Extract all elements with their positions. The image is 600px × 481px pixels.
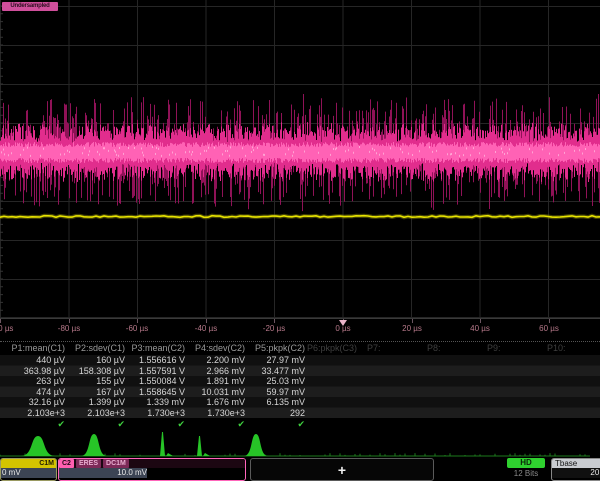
param-value: 1.730e+3 (185, 408, 245, 419)
descriptor-bar: C1M 0 mV C2 ERES DC1M 10.0 mV + HD 12 Bi… (0, 458, 600, 480)
param-header[interactable]: P7: (365, 342, 425, 355)
param-value: 1.557591 V (125, 366, 185, 377)
param-status-check-icon: ✔ (125, 418, 185, 430)
param-column-p5[interactable]: P5:pkpk(C2)27.97 mV33.477 mV25.03 mV59.9… (245, 342, 305, 430)
hd-mode-indicator[interactable]: HD 12 Bits (503, 458, 549, 480)
param-value: 2.200 mV (185, 355, 245, 366)
channel-descriptor-c1[interactable]: C1M 0 mV (0, 458, 57, 481)
param-status-check-icon: ✔ (5, 418, 65, 430)
param-value: 1.730e+3 (125, 408, 185, 419)
param-header[interactable]: P10: (545, 342, 600, 355)
param-value: 474 µV (5, 387, 65, 398)
param-value: 363.98 µV (5, 366, 65, 377)
param-value: 10.031 mV (185, 387, 245, 398)
param-status-check-icon: ✔ (245, 418, 305, 430)
param-value: 158.308 µV (65, 366, 125, 377)
param-value: 440 µV (5, 355, 65, 366)
param-header[interactable]: P1:mean(C1) (5, 342, 65, 355)
c2-channel-chip: C2 (59, 459, 74, 468)
hd-bits-label: 12 Bits (503, 468, 549, 479)
axis-tick (0, 319, 1, 323)
axis-tick (274, 319, 275, 323)
param-value: 160 µV (65, 355, 125, 366)
param-value: 1.891 mV (185, 376, 245, 387)
channel-descriptor-c2[interactable]: C2 ERES DC1M 10.0 mV (58, 458, 246, 481)
param-header[interactable]: P2:sdev(C1) (65, 342, 125, 355)
time-axis-label: 20 µs (402, 324, 422, 333)
param-value: 1.556616 V (125, 355, 185, 366)
param-value: 167 µV (65, 387, 125, 398)
time-axis-label: 40 µs (470, 324, 490, 333)
axis-tick (480, 319, 481, 323)
param-value: 33.477 mV (245, 366, 305, 377)
c1-coupling-label: C1M (1, 459, 56, 468)
time-axis-label: -80 µs (58, 324, 80, 333)
param-column-p6[interactable]: P6:pkpk(C3) (305, 342, 365, 355)
graticule-area: Undersampled (0, 0, 600, 318)
param-value: 6.135 mV (245, 397, 305, 408)
time-axis-label: 60 µs (539, 324, 559, 333)
c2-scale-value: 10.0 mV (59, 468, 147, 478)
axis-tick (412, 319, 413, 323)
c1-scale-value: 0 mV (1, 468, 56, 478)
c2-eres-tag: ERES (76, 459, 101, 468)
waveform-display (0, 0, 600, 318)
time-axis-label: -40 µs (195, 324, 217, 333)
param-value: 292 (245, 408, 305, 419)
param-value: 2.966 mV (185, 366, 245, 377)
param-status-check-icon: ✔ (185, 418, 245, 430)
param-value: 1.339 mV (125, 397, 185, 408)
param-header[interactable]: P3:mean(C2) (125, 342, 185, 355)
crosshair-box[interactable]: + (250, 458, 434, 481)
oscilloscope-screen: Undersampled -100 µs -80 µs -60 µs -40 µs -2… (0, 0, 600, 480)
param-header[interactable]: P9: (485, 342, 545, 355)
axis-tick (69, 319, 70, 323)
time-axis-label: -100 µs (0, 324, 13, 333)
param-header[interactable]: P5:pkpk(C2) (245, 342, 305, 355)
param-value: 2.103e+3 (5, 408, 65, 419)
hd-badge: HD (507, 458, 545, 468)
param-column-p3[interactable]: P3:mean(C2)1.556616 V1.557591 V1.550084 … (125, 342, 185, 430)
timebase-value: 20.0 (552, 468, 600, 478)
param-value: 1.550084 V (125, 376, 185, 387)
axis-tick (206, 319, 207, 323)
param-header[interactable]: P4:sdev(C2) (185, 342, 245, 355)
param-column-p7[interactable]: P7: (365, 342, 425, 355)
param-header[interactable]: P8: (425, 342, 485, 355)
param-value: 27.97 mV (245, 355, 305, 366)
param-column-p10[interactable]: P10: (545, 342, 600, 355)
c2-coupling-tag: DC1M (103, 459, 129, 468)
param-column-p8[interactable]: P8: (425, 342, 485, 355)
measure-table: P1:mean(C1)440 µV363.98 µV263 µV474 µV32… (0, 341, 600, 431)
param-value: 155 µV (65, 376, 125, 387)
param-value: 32.16 µV (5, 397, 65, 408)
param-column-p2[interactable]: P2:sdev(C1)160 µV158.308 µV155 µV167 µV1… (65, 342, 125, 430)
histicon-shapes (21, 432, 268, 456)
trace-warning-badge: Undersampled (2, 2, 58, 11)
param-status-check-icon: ✔ (65, 418, 125, 430)
param-column-p1[interactable]: P1:mean(C1)440 µV363.98 µV263 µV474 µV32… (5, 342, 65, 430)
param-value: 1.558645 V (125, 387, 185, 398)
param-value: 25.03 mV (245, 376, 305, 387)
time-axis: -100 µs-80 µs-60 µs-40 µs-20 µs0 µs20 µs… (0, 318, 600, 342)
time-axis-label: -60 µs (126, 324, 148, 333)
trigger-position-icon[interactable] (339, 320, 347, 330)
param-value: 1.399 µV (65, 397, 125, 408)
axis-tick (137, 319, 138, 323)
param-value: 2.103e+3 (65, 408, 125, 419)
timebase-title: Tbase (552, 459, 600, 468)
param-column-p9[interactable]: P9: (485, 342, 545, 355)
param-header[interactable]: P6:pkpk(C3) (305, 342, 365, 355)
param-column-p4[interactable]: P4:sdev(C2)2.200 mV2.966 mV1.891 mV10.03… (185, 342, 245, 430)
c2-header-row: C2 ERES DC1M (59, 459, 245, 468)
time-axis-label: -20 µs (263, 324, 285, 333)
plus-crosshair-icon: + (338, 463, 346, 477)
param-value: 59.97 mV (245, 387, 305, 398)
parameter-histicons[interactable] (0, 430, 600, 458)
timebase-descriptor[interactable]: Tbase 20.0 (551, 458, 600, 481)
axis-tick (549, 319, 550, 323)
param-value: 263 µV (5, 376, 65, 387)
param-value: 1.676 mV (185, 397, 245, 408)
